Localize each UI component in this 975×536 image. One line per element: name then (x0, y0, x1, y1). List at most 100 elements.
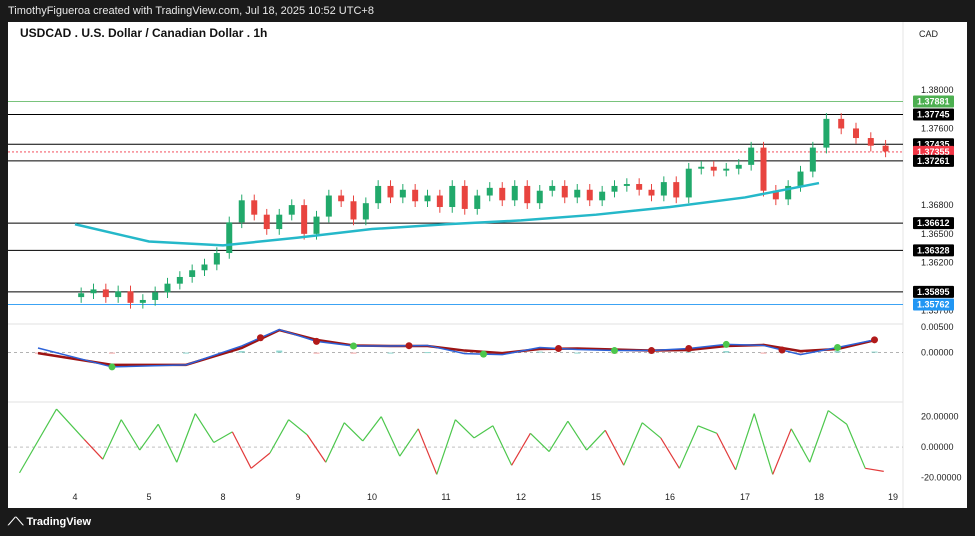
oscillator-segment (120, 419, 141, 451)
x-tick-label: 10 (367, 492, 377, 502)
candle-body (152, 292, 159, 300)
chart-title: USDCAD . U.S. Dollar / Canadian Dollar .… (20, 26, 267, 40)
candle-body (201, 264, 208, 271)
chart-frame: TimothyFigueroa created with TradingView… (0, 0, 975, 536)
price-level-tag-label: 1.36328 (917, 245, 950, 255)
candle-body (461, 185, 468, 209)
macd-histogram-bar (574, 352, 581, 354)
x-tick-label: 15 (591, 492, 601, 502)
oscillator-segment (325, 422, 345, 463)
candle-body (436, 195, 443, 208)
oscillator-segment (753, 413, 774, 475)
currency-label: CAD (919, 29, 939, 39)
macd-signal-line (37, 328, 875, 367)
x-tick-label: 8 (220, 492, 225, 502)
macd-histogram-bar (760, 352, 767, 354)
oscillator-segment (772, 428, 792, 475)
candle-body (648, 189, 655, 196)
macd-cross-marker (611, 347, 618, 355)
x-tick-label: 16 (665, 492, 675, 502)
price-level-tag-label: 1.36612 (917, 218, 950, 228)
oscillator-segment (213, 431, 233, 444)
candle-body (387, 185, 394, 198)
candle-body (511, 185, 518, 201)
candle-body (853, 128, 859, 139)
price-tick-label: 1.36500 (921, 229, 954, 239)
macd-histogram-bar (871, 351, 878, 353)
macd-tick-label: 0.00000 (921, 348, 954, 358)
x-tick-label: 9 (295, 492, 300, 502)
candle-body (636, 184, 643, 190)
oscillator-segment (102, 419, 122, 460)
oscillator-tick-label: 20.00000 (921, 412, 959, 422)
candle-body (276, 214, 283, 230)
candle-body (867, 138, 874, 146)
oscillator-segment (231, 431, 252, 469)
macd-cross-marker (350, 342, 357, 350)
x-tick-label: 12 (516, 492, 526, 502)
macd-histogram-bar (536, 351, 543, 353)
oscillator-segment (660, 437, 680, 469)
candle-body (673, 182, 680, 198)
candle-body (735, 164, 742, 169)
macd-cross-marker (480, 350, 487, 358)
oscillator-segment (83, 439, 104, 460)
oscillator-segment (250, 452, 271, 469)
chart-svg[interactable]: USDCAD . U.S. Dollar / Canadian Dollar .… (8, 22, 967, 508)
macd-histogram-bar (276, 350, 283, 353)
oscillator-segment (139, 423, 159, 451)
x-tick-label: 19 (888, 492, 898, 502)
candle-body (797, 171, 804, 186)
candle-body (723, 168, 730, 171)
candle-body (78, 293, 85, 298)
candle-body (213, 253, 220, 265)
oscillator-segment (567, 420, 588, 451)
macd-histogram-bar (387, 352, 394, 354)
price-tick-label: 1.38000 (921, 85, 954, 95)
oscillator-segment (846, 424, 866, 469)
candle-body (127, 291, 134, 303)
oscillator-segment (790, 428, 811, 463)
macd-histogram-bar (183, 352, 189, 354)
macd-cross-marker (834, 343, 841, 351)
oscillator-segment (56, 408, 85, 440)
oscillator-segment (362, 416, 382, 442)
oscillator-segment (157, 423, 178, 463)
oscillator-segment (623, 422, 643, 466)
candle-body (375, 185, 382, 204)
candle-body (823, 118, 830, 148)
oscillator-tick-label: 0.00000 (921, 442, 954, 452)
x-tick-label: 4 (72, 492, 77, 502)
oscillator-segment (176, 413, 196, 463)
candle-body (263, 214, 270, 230)
x-tick-label: 18 (814, 492, 824, 502)
macd-histogram-bar (723, 351, 730, 353)
chart-area[interactable]: USDCAD . U.S. Dollar / Canadian Dollar .… (8, 22, 967, 508)
candle-body (399, 189, 406, 198)
oscillator-segment (492, 425, 513, 466)
candle-body (524, 185, 531, 204)
oscillator-segment (343, 422, 364, 442)
macd-cross-marker (555, 345, 562, 353)
candle-body (599, 191, 606, 201)
candle-body (189, 270, 196, 277)
tradingview-logo[interactable]: ⟋⟍ TradingView (8, 516, 91, 529)
oscillator-segment (529, 432, 550, 453)
macd-cross-marker (871, 336, 878, 344)
candle-body (710, 166, 717, 171)
oscillator-segment (288, 419, 308, 436)
candle-body (536, 190, 543, 204)
x-tick-label: 11 (441, 492, 450, 502)
candle-body (549, 185, 556, 191)
oscillator-segment (194, 413, 215, 443)
macd-cross-marker (108, 363, 116, 371)
moving-average-line (74, 181, 820, 247)
footer-bar: ⟋⟍ TradingView (0, 508, 975, 536)
oscillator-segment (716, 433, 737, 471)
candle-body (288, 205, 295, 215)
candle-body (574, 189, 581, 198)
macd-tick-label: 0.00500 (921, 322, 954, 332)
candle-body (499, 187, 506, 201)
candle-body (338, 195, 345, 202)
x-tick-label: 17 (740, 492, 750, 502)
